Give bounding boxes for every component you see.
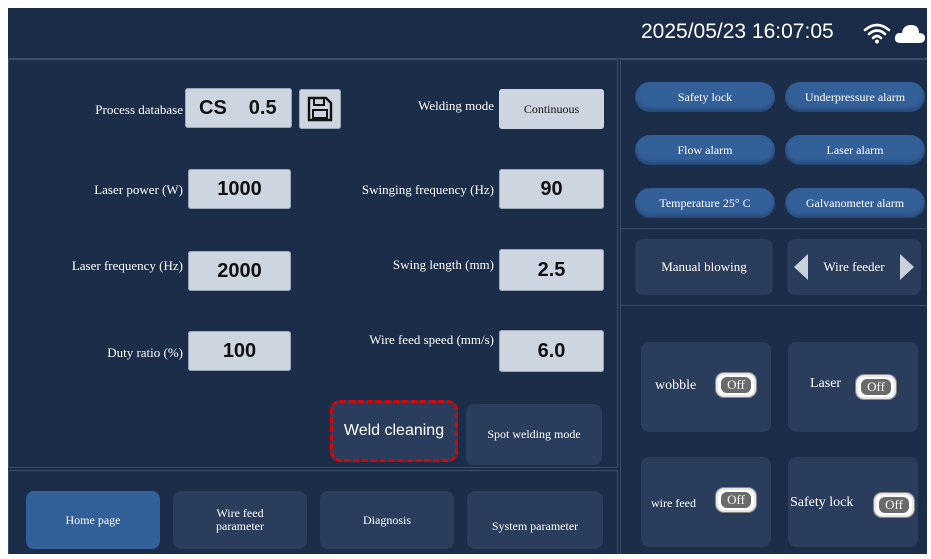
laser-alarm: Laser alarm xyxy=(785,135,925,165)
wobble-toggle-state: Off xyxy=(721,377,751,393)
swinging-frequency-label: Swinging frequency (Hz) xyxy=(361,182,494,197)
welding-mode-field[interactable]: Continuous xyxy=(499,89,604,129)
wobble-label: wobble xyxy=(655,378,697,393)
save-button[interactable] xyxy=(299,89,341,129)
safety-lock-label: Safety lock xyxy=(790,495,854,510)
wire-feed-speed-label: Wire feed speed (mm/s) xyxy=(369,332,494,347)
wire-feed-speed-field[interactable]: 6.0 xyxy=(499,330,604,372)
arrow-left-icon[interactable] xyxy=(793,253,809,281)
swinging-frequency-field[interactable]: 90 xyxy=(499,169,604,209)
duty-ratio-label: Duty ratio (%) xyxy=(107,345,183,360)
wire-feed-toggle[interactable]: Off xyxy=(716,488,756,512)
wire-feed-card: wire feed Off xyxy=(641,457,771,547)
temperature-status: Temperature 25° C xyxy=(635,188,775,218)
process-database-field[interactable]: CS 0.5 xyxy=(185,88,292,128)
manual-blowing-button[interactable]: Manual blowing xyxy=(635,239,773,295)
laser-frequency-field[interactable]: 2000 xyxy=(188,251,291,291)
safety-lock-toggle[interactable]: Off xyxy=(874,493,914,517)
parameter-panel: Process database CS 0.5 Laser power (W) … xyxy=(8,59,618,468)
wobble-toggle[interactable]: Off xyxy=(716,373,756,397)
laser-toggle-state: Off xyxy=(861,379,891,395)
swing-length-label: Swing length (mm) xyxy=(392,257,494,272)
wire-feed-toggle-state: Off xyxy=(721,492,751,508)
safety-lock-card: Safety lock Off xyxy=(788,457,918,547)
datetime-display: 2025/05/23 16:07:05 xyxy=(641,20,834,43)
wifi-icon xyxy=(863,23,891,44)
welding-mode-label: Welding mode xyxy=(418,98,494,113)
arrow-right-icon[interactable] xyxy=(899,253,915,281)
galvanometer-alarm: Galvanometer alarm xyxy=(785,188,925,218)
duty-ratio-field[interactable]: 100 xyxy=(188,331,291,371)
laser-frequency-label: Laser frequency (Hz) xyxy=(71,258,183,273)
floppy-disk-icon xyxy=(307,96,333,122)
laser-power-field[interactable]: 1000 xyxy=(188,169,291,209)
manual-control-panel: Manual blowing Wire feeder xyxy=(620,228,927,306)
hmi-screen: 2025/05/23 16:07:05 Process database CS … xyxy=(8,8,927,554)
flow-alarm: Flow alarm xyxy=(635,135,775,165)
cloud-icon xyxy=(894,25,925,43)
alarm-panel: Safety lock Underpressure alarm Flow ala… xyxy=(620,59,927,229)
weld-cleaning-button[interactable]: Weld cleaning xyxy=(330,400,458,462)
safety-lock-toggle-state: Off xyxy=(879,497,909,513)
nav-home-page[interactable]: Home page xyxy=(26,491,160,549)
wire-feeder-label: Wire feeder xyxy=(823,259,885,274)
wire-feed-label: wire feed xyxy=(651,496,696,510)
process-database-label: Process database xyxy=(95,102,183,117)
process-database-code: CS xyxy=(199,96,227,119)
toggle-panel: wobble Off Laser Off wire feed Off Safet… xyxy=(620,305,927,554)
wobble-card: wobble Off xyxy=(641,342,771,432)
spot-welding-mode-button[interactable]: Spot welding mode xyxy=(466,404,602,465)
wire-feeder-control[interactable]: Wire feeder xyxy=(787,239,921,295)
nav-wire-feed-parameter[interactable]: Wire feed parameter xyxy=(173,491,307,549)
laser-toggle[interactable]: Off xyxy=(856,375,896,399)
status-bar: 2025/05/23 16:07:05 xyxy=(8,8,927,59)
laser-power-label: Laser power (W) xyxy=(94,182,183,197)
underpressure-alarm: Underpressure alarm xyxy=(785,82,925,112)
nav-system-parameter[interactable]: System parameter xyxy=(467,491,603,549)
nav-diagnosis[interactable]: Diagnosis xyxy=(320,491,454,549)
process-database-value: 0.5 xyxy=(248,96,277,119)
safety-lock-alarm: Safety lock xyxy=(635,82,775,112)
laser-label: Laser xyxy=(810,376,842,391)
laser-card: Laser Off xyxy=(788,342,918,432)
swing-length-field[interactable]: 2.5 xyxy=(499,249,604,291)
bottom-nav: Home page Wire feed parameter Diagnosis … xyxy=(8,470,618,554)
